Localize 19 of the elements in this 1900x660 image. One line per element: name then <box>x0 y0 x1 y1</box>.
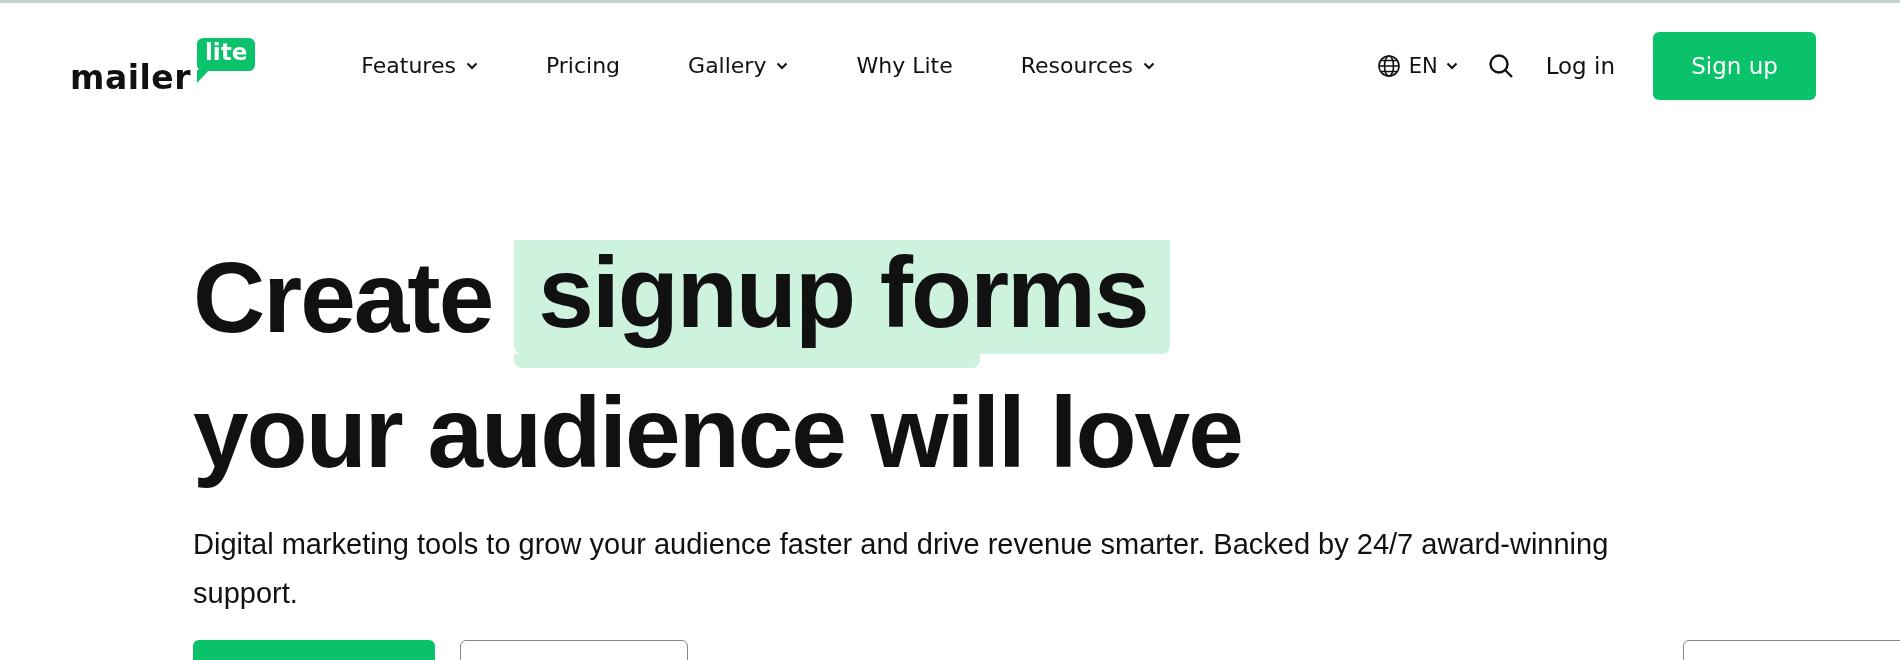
language-selector[interactable]: EN <box>1376 53 1458 78</box>
nav-link[interactable]: Why Lite <box>856 53 953 78</box>
logo-wordmark: mailer <box>70 60 191 96</box>
headline-text: Create <box>193 247 493 347</box>
hero-description: Digital marketing tools to grow your audience faster and drive revenue smarter. Backed by 24/7 award-winning support. <box>193 527 1610 611</box>
badge-tail-icon <box>196 70 209 84</box>
headline-text: your audience will love <box>193 375 1242 490</box>
chevron-down-icon <box>1143 61 1156 70</box>
highlighted-headline-text: signup forms <box>514 240 1170 354</box>
nav-link[interactable]: Resources <box>1020 53 1156 78</box>
globe-icon <box>1376 53 1401 78</box>
nav-link[interactable]: Gallery <box>688 53 789 78</box>
search-icon[interactable] <box>1487 52 1514 79</box>
login-link[interactable]: Log in <box>1545 52 1615 79</box>
nav-link[interactable]: Features <box>361 53 478 78</box>
chevron-down-icon <box>1445 61 1458 70</box>
chevron-down-icon <box>465 61 478 70</box>
chevron-down-icon <box>776 61 789 70</box>
nav-link[interactable]: Pricing <box>545 53 621 78</box>
